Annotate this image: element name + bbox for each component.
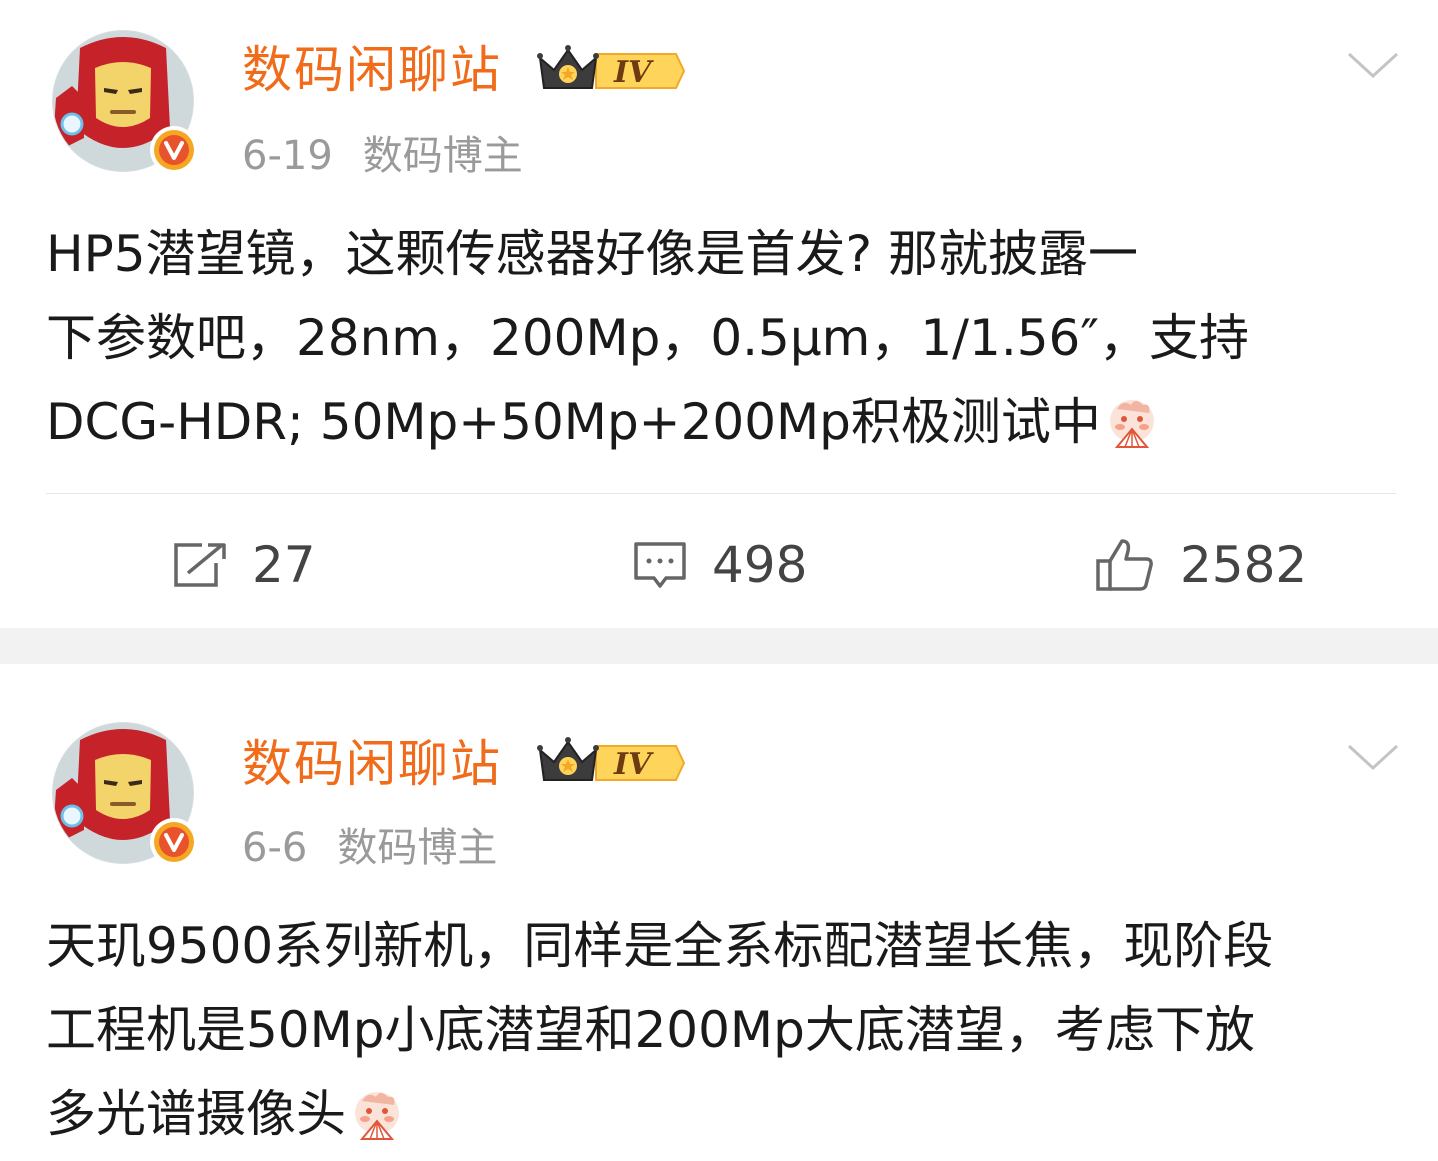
chevron-down-icon — [1347, 744, 1399, 771]
post-date: 6-6 — [242, 825, 308, 871]
level-text: IV — [613, 55, 654, 90]
like-count: 2582 — [1180, 536, 1308, 594]
post-meta: 6-19 数码博主 — [242, 132, 523, 180]
author-avatar[interactable] — [50, 28, 198, 174]
verified-v-badge-icon — [150, 126, 198, 174]
post-text-line: DCG-HDR; 50Mp+50Mp+200Mp积极测试中 — [46, 393, 1101, 451]
post-meta: 6-6 数码博主 — [242, 824, 497, 872]
repost-count: 27 — [252, 536, 316, 594]
post-text: HP5潜望镜，这颗传感器好像是首发? 那就披露一 下参数吧，28nm，200Mp… — [46, 212, 1396, 464]
post-menu-button[interactable] — [1346, 740, 1400, 774]
fan-face-emoji-icon — [355, 1092, 399, 1140]
user-level-badge: IV — [536, 734, 686, 792]
comment-count: 498 — [712, 536, 808, 594]
weibo-feed: 数码闲聊站 IV 6-19 数码博主 HP5潜望镜，这颗传感器好像是首发? 那就披… — [0, 0, 1438, 1161]
like-button[interactable]: 2582 — [1094, 520, 1307, 610]
post-date: 6-19 — [242, 133, 333, 179]
post-text-line: 多光谱摄像头 — [46, 1085, 346, 1143]
post-card: 数码闲聊站 IV 6-6 数码博主 天玑9500系列新机，同样是全系标配潜望长焦，… — [0, 664, 1438, 1161]
author-name[interactable]: 数码闲聊站 — [242, 40, 502, 100]
post-menu-button[interactable] — [1346, 48, 1400, 82]
action-divider — [46, 493, 1396, 494]
chevron-down-icon — [1347, 52, 1399, 79]
author-name[interactable]: 数码闲聊站 — [242, 734, 502, 794]
post-separator — [0, 628, 1438, 664]
comment-button[interactable]: 498 — [632, 520, 807, 610]
crown-level-icon: IV — [537, 737, 686, 782]
post-text-line: HP5潜望镜，这颗传感器好像是首发? 那就披露一 — [46, 225, 1138, 283]
post-text-line-wrapper: 多光谱摄像头 — [46, 1072, 1396, 1156]
post-text-line: 工程机是50Mp小底潜望和200Mp大底潜望，考虑下放 — [46, 1001, 1255, 1059]
author-tag: 数码博主 — [337, 825, 498, 871]
thumbs-up-icon — [1096, 539, 1153, 591]
user-level-badge: IV — [536, 42, 686, 100]
repost-button[interactable]: 27 — [172, 520, 316, 610]
post-text: 天玑9500系列新机，同样是全系标配潜望长焦，现阶段 工程机是50Mp小底潜望和… — [46, 904, 1396, 1156]
fan-face-emoji-icon — [1109, 400, 1154, 448]
author-avatar[interactable] — [50, 720, 198, 866]
action-bar: 27 498 2582 — [0, 520, 1438, 610]
post-text-line-wrapper: DCG-HDR; 50Mp+50Mp+200Mp积极测试中 — [46, 380, 1396, 464]
author-tag: 数码博主 — [362, 133, 523, 179]
crown-level-icon: IV — [537, 45, 686, 90]
verified-v-badge-icon — [150, 818, 198, 866]
post-card: 数码闲聊站 IV 6-19 数码博主 HP5潜望镜，这颗传感器好像是首发? 那就披… — [0, 0, 1438, 628]
repost-icon — [174, 543, 226, 587]
level-text: IV — [613, 747, 654, 782]
post-text-line: 下参数吧，28nm，200Mp，0.5μm，1/1.56″，支持 — [46, 309, 1250, 367]
comment-icon — [634, 542, 686, 588]
post-text-line: 天玑9500系列新机，同样是全系标配潜望长焦，现阶段 — [46, 917, 1274, 975]
